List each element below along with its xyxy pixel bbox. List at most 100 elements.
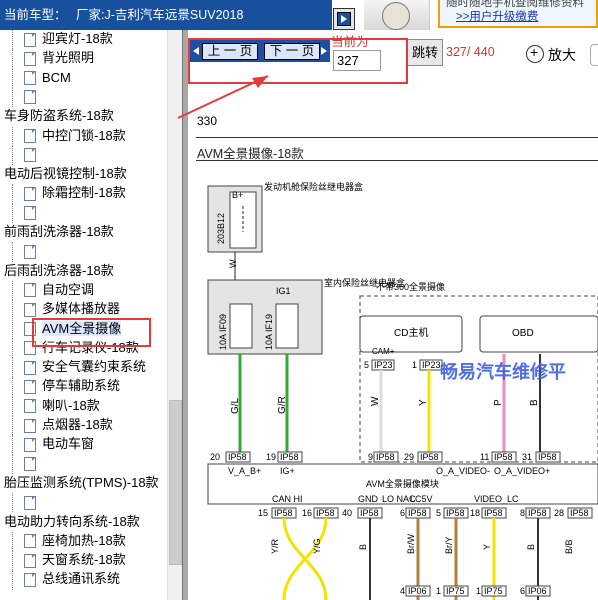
tree-item[interactable]: 除霜控制-18款 [12, 184, 126, 204]
tree-item[interactable] [12, 242, 42, 262]
tree-label: 总线通讯系统 [42, 571, 121, 587]
toolbar-overflow-button[interactable] [590, 44, 598, 66]
tree-label: 电动车窗 [42, 436, 95, 452]
tree-connector [12, 531, 13, 552]
tree-item[interactable]: 中控门锁-18款 [12, 126, 126, 146]
svg-text:40: 40 [342, 508, 352, 518]
svg-text:B: B [358, 544, 368, 550]
svg-text:IP58: IP58 [446, 508, 465, 518]
tree-item[interactable]: 天窗系统-18款 [12, 551, 126, 571]
svg-text:8: 8 [520, 508, 525, 518]
tree-label: 除霜控制-18款 [42, 185, 126, 201]
svg-text:IG+: IG+ [280, 466, 295, 476]
tree-label: 后雨刮洗涤器-18款 [4, 262, 114, 278]
document-icon [24, 51, 36, 66]
svg-text:6: 6 [520, 586, 525, 596]
tree-category[interactable]: 车身防盗系统-18款 [4, 107, 114, 125]
svg-text:CAN HI: CAN HI [272, 494, 303, 504]
tree-item[interactable]: 安全气囊约束系统 [12, 358, 146, 378]
svg-text:IP06: IP06 [408, 586, 427, 596]
tree-item[interactable] [12, 87, 42, 108]
document-icon [24, 437, 36, 452]
document-icon [24, 283, 36, 298]
svg-text:Y/R: Y/R [270, 538, 280, 554]
document-icon [24, 302, 36, 317]
wire-p: P [493, 399, 504, 406]
tree-category[interactable]: 后雨刮洗涤器-18款 [4, 262, 114, 280]
tree-item[interactable]: 迎宾灯-18款 [12, 30, 113, 50]
tree-category[interactable]: 电动后视镜控制-18款 [4, 165, 127, 183]
document-icon [24, 534, 36, 549]
tree-item[interactable] [12, 493, 42, 513]
tree-item[interactable]: 总线通讯系统 [12, 570, 121, 590]
tree-connector [12, 49, 13, 69]
tree-item[interactable]: 背光照明 [12, 49, 95, 69]
tree-item[interactable]: 座椅加热-18款 [12, 531, 126, 552]
relay-code: 203B12 [216, 213, 226, 244]
tree-connector [12, 570, 13, 590]
tree-category[interactable]: 电动助力转向系统-18款 [4, 513, 140, 531]
zoom-in-button[interactable]: 放大 [526, 43, 582, 67]
svg-text:1: 1 [476, 586, 481, 596]
tree-item[interactable]: 电动车窗 [12, 435, 95, 455]
tree-item[interactable]: BCM [12, 68, 71, 88]
upgrade-link[interactable]: >>用户升级缴费 [456, 8, 538, 24]
svg-text:IP06: IP06 [528, 586, 547, 596]
svg-text:IP75: IP75 [484, 586, 503, 596]
svg-text:V_A_B+: V_A_B+ [228, 466, 261, 476]
jump-button[interactable]: 跳转 [407, 39, 443, 66]
tree-item[interactable]: 喇叭-18款 [12, 396, 100, 416]
fuse2-label: 10A IF19 [264, 314, 274, 350]
svg-text:IP75: IP75 [446, 586, 465, 596]
svg-text:28: 28 [554, 508, 564, 518]
tree-item[interactable] [12, 145, 42, 166]
tree-item[interactable]: 多媒体播放器 [12, 300, 120, 320]
tree-connector [12, 551, 13, 571]
svg-text:LC5V: LC5V [410, 494, 433, 504]
tree-item[interactable]: 自动空调 [12, 280, 94, 301]
document-icon [24, 399, 36, 414]
annotation-box-selected [32, 318, 151, 347]
module-label: AVM全景摄像模块 [366, 478, 439, 489]
tree-category[interactable]: 前雨刮洗涤器-18款 [4, 223, 114, 241]
svg-text:VIDEO_LC: VIDEO_LC [474, 494, 519, 504]
svg-text:11: 11 [480, 452, 489, 462]
scrollbar-thumb[interactable] [169, 400, 182, 565]
wire-w-label: W [228, 259, 238, 268]
ad-banner[interactable]: 随时随地手机查阅维修资料 >>用户升级缴费 [364, 0, 598, 30]
tree-item[interactable] [12, 203, 42, 223]
tree-connector [12, 493, 13, 513]
document-icon [24, 71, 36, 86]
document-icon [24, 90, 36, 105]
tree-item[interactable]: 点烟器-18款 [12, 416, 113, 436]
svg-text:5: 5 [364, 360, 369, 370]
svg-text:IP23: IP23 [422, 360, 441, 370]
tree-label: 座椅加热-18款 [42, 532, 126, 548]
tree-connector [12, 319, 13, 339]
collapse-panel-button[interactable] [333, 8, 355, 30]
tree-label: 天窗系统-18款 [42, 552, 126, 568]
tree-label: 背光照明 [42, 50, 95, 66]
tree-connector [12, 338, 13, 359]
document-icon [24, 379, 36, 394]
tree-label: 胎压监测系统(TPMS)-18款 [4, 474, 159, 490]
svg-text:IP58: IP58 [280, 452, 299, 462]
tree-label: 电动后视镜控制-18款 [4, 166, 127, 182]
tree-connector [12, 145, 13, 166]
tree-label: 点烟器-18款 [42, 417, 113, 432]
tree-connector [12, 184, 13, 204]
tree-connector [12, 300, 13, 320]
mascot-icon [364, 0, 430, 30]
tree-connector [12, 416, 13, 436]
svg-text:1: 1 [436, 586, 441, 596]
svg-text:6: 6 [400, 508, 405, 518]
tree-item[interactable] [12, 454, 42, 474]
tree-scrollbar[interactable] [167, 30, 182, 600]
tree-item[interactable]: 停车辅助系统 [12, 377, 120, 397]
wire-b: B [529, 399, 540, 406]
tree-label: 前雨刮洗涤器-18款 [4, 224, 114, 239]
document-icon [24, 206, 36, 221]
document-icon [24, 553, 36, 568]
tree-connector [12, 377, 13, 397]
tree-category[interactable]: 胎压监测系统(TPMS)-18款 [4, 474, 159, 492]
